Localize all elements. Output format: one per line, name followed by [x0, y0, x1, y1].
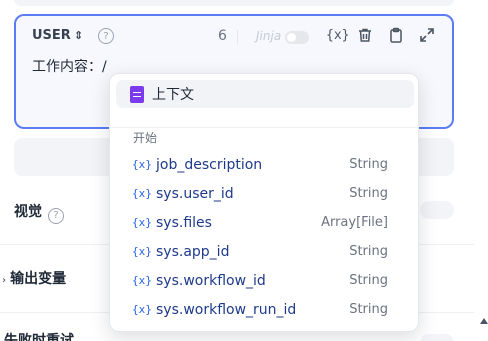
vision-setting: 视觉? — [14, 201, 64, 224]
context-label: 上下文 — [152, 87, 194, 103]
token-count: 6 — [218, 28, 227, 44]
variable-picker-popup: 上下文 开始 {x} job_description String {x} sy… — [109, 73, 419, 332]
clipboard-icon[interactable] — [388, 27, 404, 47]
variable-icon: {x} — [132, 187, 152, 200]
previous-field — [14, 0, 454, 6]
retry-toggle[interactable] — [420, 334, 454, 341]
variable-icon: {x} — [132, 303, 152, 316]
divider — [237, 30, 238, 44]
retry-on-failure-label: 失败时重试 — [4, 333, 74, 341]
trash-icon[interactable] — [357, 27, 373, 47]
output-variables-section[interactable]: › 输出变量 — [2, 268, 66, 288]
help-icon[interactable]: ? — [48, 207, 64, 224]
chevron-updown-icon: ⇕ — [73, 29, 84, 42]
help-icon[interactable]: ? — [98, 28, 114, 44]
group-label-start: 开始 — [133, 131, 158, 145]
vision-label: 视觉 — [14, 204, 42, 220]
variable-type: String — [349, 273, 388, 288]
variable-icon: {x} — [132, 158, 152, 171]
variable-type: Array[File] — [321, 215, 388, 230]
variable-item[interactable]: {x} sys.app_id String — [110, 237, 418, 266]
document-icon — [130, 85, 144, 103]
jinja-label: Jinja — [256, 29, 282, 43]
variable-type: String — [349, 244, 388, 259]
variable-item[interactable]: {x} sys.user_id String — [110, 179, 418, 208]
scroll-up-arrow-icon[interactable] — [480, 318, 488, 324]
variable-name: sys.user_id — [156, 185, 234, 202]
variable-item[interactable]: {x} sys.workflow_run_id String — [110, 295, 418, 324]
variable-name: sys.workflow_run_id — [156, 301, 297, 318]
variable-name: sys.app_id — [156, 243, 230, 260]
variable-name: sys.workflow_id — [156, 272, 266, 289]
role-label: USER — [32, 28, 71, 43]
variable-name: job_description — [156, 156, 263, 173]
editor-header: USER ⇕ ? 6 Jinja {x} — [32, 27, 438, 48]
variable-type: String — [349, 157, 388, 172]
variable-item[interactable]: {x} job_description String — [110, 150, 418, 179]
insert-variable-icon[interactable]: {x} — [326, 28, 349, 43]
variable-icon: {x} — [132, 274, 152, 287]
variable-item[interactable]: {x} sys.files Array[File] — [110, 208, 418, 237]
jinja-toggle[interactable] — [285, 31, 309, 44]
variable-name: sys.files — [156, 214, 212, 231]
prompt-content[interactable]: 工作内容：/ — [32, 56, 107, 76]
chevron-right-icon: › — [2, 275, 7, 286]
variable-type: String — [349, 302, 388, 317]
vision-toggle[interactable] — [420, 201, 454, 219]
variable-icon: {x} — [132, 216, 152, 229]
variable-type: String — [349, 186, 388, 201]
variable-list: {x} job_description String {x} sys.user_… — [110, 150, 418, 324]
context-option[interactable]: 上下文 — [116, 80, 414, 108]
role-selector[interactable]: USER ⇕ — [32, 28, 83, 43]
variable-icon: {x} — [132, 245, 152, 258]
expand-icon[interactable] — [419, 27, 435, 47]
output-variables-label: 输出变量 — [10, 271, 67, 287]
variable-item[interactable]: {x} sys.workflow_id String — [110, 266, 418, 295]
divider — [110, 127, 418, 128]
